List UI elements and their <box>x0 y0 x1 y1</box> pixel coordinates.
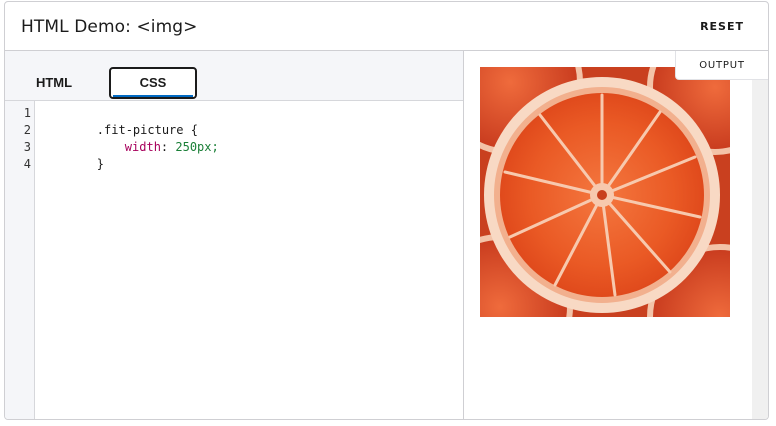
code-line: .fit-picture { <box>39 105 198 137</box>
output-label: OUTPUT <box>675 51 768 80</box>
tab-css[interactable]: CSS <box>109 67 197 99</box>
line-number: 3 <box>23 140 31 154</box>
line-number: 4 <box>23 157 31 171</box>
editor-tabbar: HTML CSS <box>5 51 463 101</box>
demo-header: HTML Demo: <img> RESET <box>5 2 768 51</box>
line-number: 2 <box>23 123 31 137</box>
css-property: width <box>124 140 161 154</box>
css-code-editor[interactable]: .fit-picture { width: 250px; } <box>39 101 459 419</box>
css-value: 250px; <box>175 140 219 154</box>
grapefruit-image <box>480 67 730 317</box>
output-pane: OUTPUT <box>464 51 768 419</box>
line-number: 1 <box>23 106 31 120</box>
code-line: width: 250px; <box>67 122 219 154</box>
reset-button[interactable]: RESET <box>700 20 744 33</box>
css-colon: : <box>160 140 176 154</box>
css-closing-brace: } <box>96 157 105 171</box>
editor-pane: HTML CSS 1 2 3 4 .fit-picture { width: 2… <box>5 51 464 419</box>
grapefruit-illustration <box>480 67 730 317</box>
line-number-gutter: 1 2 3 4 <box>5 101 35 419</box>
code-line: } <box>39 139 104 171</box>
output-scrollbar[interactable] <box>752 80 768 419</box>
demo-title: HTML Demo: <img> <box>21 17 198 37</box>
demo-frame: HTML Demo: <img> RESET HTML CSS 1 2 3 4 … <box>4 1 769 420</box>
tab-html[interactable]: HTML <box>10 67 98 99</box>
